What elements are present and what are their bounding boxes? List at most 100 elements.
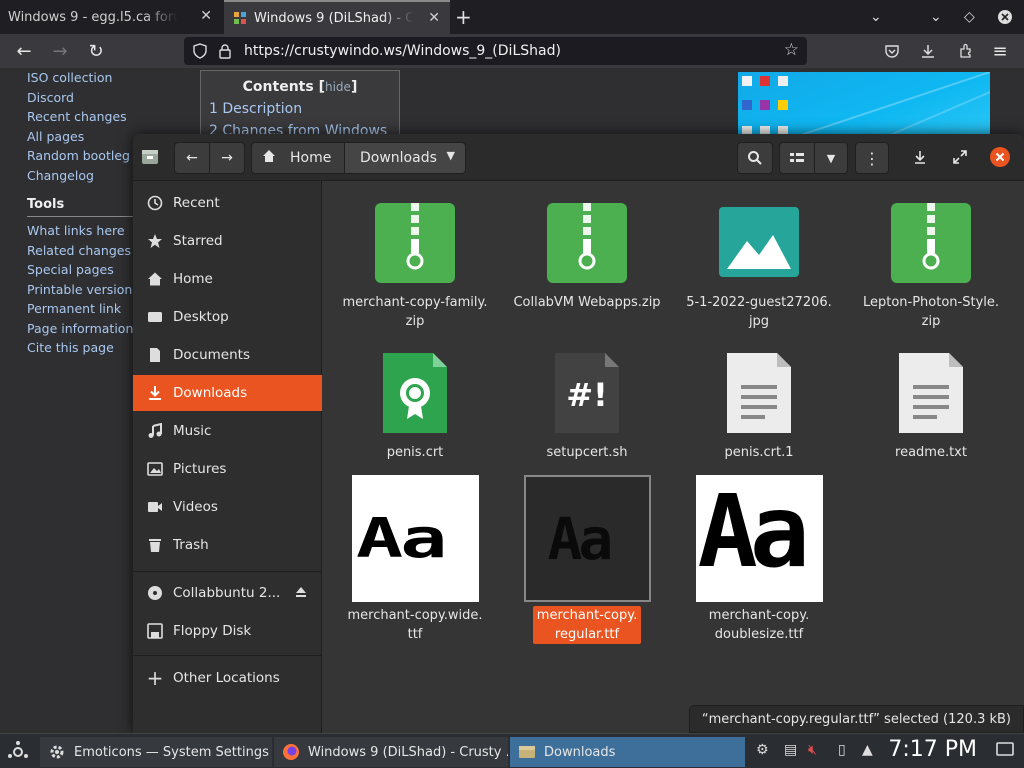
sidebar-item-home[interactable]: Home xyxy=(133,261,322,297)
wiki-link[interactable]: Discord xyxy=(27,88,137,108)
app-launcher-icon[interactable] xyxy=(6,740,30,768)
file-item[interactable]: 5-1-2022-guest27206. jpg xyxy=(677,201,841,331)
close-icon[interactable]: ✕ xyxy=(200,8,212,24)
tab-list-chevron-icon[interactable]: ⌄ xyxy=(870,0,882,34)
menu-button[interactable]: ⋮ xyxy=(855,142,889,174)
minimize-chevron-icon[interactable]: ⌄ xyxy=(930,0,942,34)
maximize-icon[interactable] xyxy=(953,150,967,168)
file-item[interactable]: merchant-copy-family. zip xyxy=(333,201,497,331)
maximize-diamond-icon[interactable]: ◇ xyxy=(964,0,975,34)
wiki-tool-link[interactable]: Related changes xyxy=(27,241,137,261)
task-firefox[interactable]: Windows 9 (DiLShad) - Crusty ... xyxy=(274,737,508,767)
tab-crustywindows[interactable]: Windows 9 (DiLShad) - Crustywindo ✕ xyxy=(224,0,450,34)
wiki-tool-link[interactable]: Page information xyxy=(27,319,137,339)
sidebar-item-floppy[interactable]: Floppy Disk xyxy=(133,613,322,649)
wiki-link[interactable]: Changelog xyxy=(27,166,137,186)
task-system-settings[interactable]: Emoticons — System Settings xyxy=(40,737,272,767)
file-item[interactable]: Aa merchant-copy.wide. ttf xyxy=(333,475,497,644)
sidebar-item-label: Collabbuntu 2... xyxy=(173,585,281,601)
wiki-tool-link[interactable]: Cite this page xyxy=(27,338,137,358)
toc-title: Contents xyxy=(242,79,314,95)
desktop-screenshot-image[interactable] xyxy=(738,72,990,136)
close-window-button[interactable] xyxy=(990,147,1010,171)
files-app-icon xyxy=(518,743,536,761)
toc-item[interactable]: 1 Description xyxy=(209,101,399,117)
wiki-link[interactable]: ISO collection xyxy=(27,68,137,88)
close-icon xyxy=(990,147,1010,167)
sidebar-item-documents[interactable]: Documents xyxy=(133,337,322,373)
back-button[interactable]: ← xyxy=(174,142,210,174)
window-close-icon[interactable] xyxy=(997,0,1013,34)
network-icon[interactable]: ⚙ xyxy=(756,742,769,758)
close-icon[interactable]: ✕ xyxy=(428,10,440,26)
lock-icon[interactable] xyxy=(218,43,232,63)
file-item[interactable]: Aa merchant-copy. doublesize.ttf xyxy=(677,475,841,644)
file-item[interactable]: Lepton-Photon-Style. zip xyxy=(849,201,1013,331)
clock[interactable]: 7:17 PM xyxy=(888,737,977,762)
font-preview-icon: Aa xyxy=(695,475,823,602)
breadcrumb-downloads[interactable]: Downloads ▼ xyxy=(344,142,466,174)
sidebar-item-recent[interactable]: Recent xyxy=(133,185,322,221)
wiki-link[interactable]: Recent changes xyxy=(27,107,137,127)
file-item[interactable]: readme.txt xyxy=(849,351,1013,462)
search-button[interactable] xyxy=(737,142,773,174)
usb-device-icon[interactable]: ▯ xyxy=(838,742,846,758)
wiki-tool-link[interactable]: Special pages xyxy=(27,260,137,280)
wiki-tool-link[interactable]: Permanent link xyxy=(27,299,137,319)
breadcrumb-home[interactable]: Home xyxy=(251,142,345,174)
shield-icon[interactable] xyxy=(192,43,208,63)
sidebar-divider xyxy=(133,571,322,572)
eject-icon[interactable] xyxy=(294,585,308,603)
tray-expand-icon[interactable]: ▲ xyxy=(862,742,873,758)
image-icon xyxy=(717,201,801,285)
clipboard-icon[interactable]: ▤ xyxy=(784,742,797,758)
forward-arrow-icon[interactable]: → xyxy=(48,39,72,63)
sidebar-item-label: Downloads xyxy=(173,385,248,401)
dropdown-triangle-icon: ▼ xyxy=(446,149,455,162)
sidebar-item-label: Recent xyxy=(173,195,220,211)
toc-hide-link[interactable]: hide xyxy=(325,80,351,94)
file-name: 5-1-2022-guest27206. jpg xyxy=(686,295,832,329)
sidebar-item-downloads[interactable]: Downloads xyxy=(133,375,322,411)
selection-status: “merchant-copy.regular.ttf” selected (12… xyxy=(688,705,1024,733)
wiki-link[interactable]: All pages xyxy=(27,127,137,147)
view-options-button[interactable]: ▼ xyxy=(814,142,848,174)
url-bar[interactable]: https://crustywindo.ws/Windows_9_(DiLSha… xyxy=(184,37,807,65)
task-files-downloads[interactable]: Downloads xyxy=(510,737,745,767)
sidebar-item-desktop[interactable]: Desktop xyxy=(133,299,322,335)
hamburger-menu-icon[interactable]: ≡ xyxy=(988,39,1012,63)
downloads-icon[interactable] xyxy=(916,39,940,63)
sidebar-item-other-locations[interactable]: + Other Locations xyxy=(133,660,322,696)
volume-muted-icon[interactable]: 🔇︎ xyxy=(808,742,817,758)
sidebar-item-pictures[interactable]: Pictures xyxy=(133,451,322,487)
file-item[interactable]: penis.crt.1 xyxy=(677,351,841,462)
sidebar-item-trash[interactable]: Trash xyxy=(133,527,322,563)
certificate-icon xyxy=(373,351,457,435)
music-icon xyxy=(147,423,163,439)
script-icon: #! xyxy=(545,351,629,435)
bookmark-star-icon[interactable]: ☆ xyxy=(784,40,799,60)
wiki-tool-link[interactable]: Printable version xyxy=(27,280,137,300)
file-item[interactable]: penis.crt xyxy=(333,351,497,462)
file-item[interactable]: CollabVM Webapps.zip xyxy=(505,201,669,312)
sidebar-item-label: Documents xyxy=(173,347,250,363)
sidebar-item-videos[interactable]: Videos xyxy=(133,489,322,525)
file-item[interactable]: #! setupcert.sh xyxy=(505,351,669,462)
sidebar-item-starred[interactable]: Starred xyxy=(133,223,322,259)
view-mode-button[interactable] xyxy=(779,142,815,174)
file-name: Lepton-Photon-Style. zip xyxy=(862,295,1000,329)
extensions-icon[interactable] xyxy=(954,39,978,63)
file-item-selected[interactable]: Aa merchant-copy. regular.ttf xyxy=(505,475,669,644)
back-arrow-icon[interactable]: ← xyxy=(12,39,36,63)
pocket-icon[interactable] xyxy=(880,39,904,63)
new-tab-icon[interactable]: + xyxy=(455,5,472,29)
show-desktop-icon[interactable] xyxy=(996,740,1014,762)
sidebar-item-collabbuntu[interactable]: Collabbuntu 2... xyxy=(133,575,322,611)
tab-egg-forum[interactable]: Windows 9 - egg.l5.ca forum ✕ xyxy=(0,0,222,34)
forward-button[interactable]: → xyxy=(209,142,245,174)
reload-icon[interactable]: ↻ xyxy=(84,39,108,63)
wiki-tool-link[interactable]: What links here xyxy=(27,221,137,241)
wiki-link[interactable]: Random bootleg xyxy=(27,146,137,166)
download-progress-icon[interactable] xyxy=(913,150,927,168)
sidebar-item-music[interactable]: Music xyxy=(133,413,322,449)
